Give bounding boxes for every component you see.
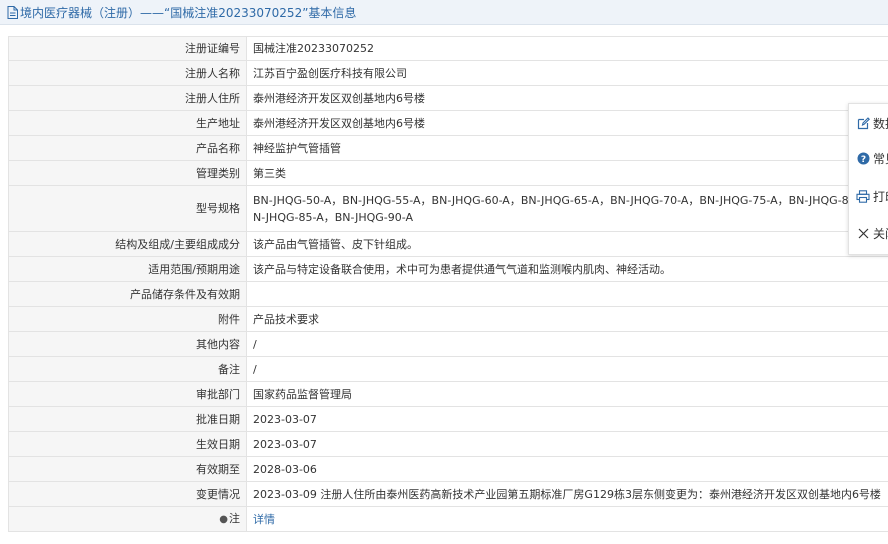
details-link[interactable]: 详情 bbox=[253, 513, 275, 526]
field-value: 产品技术要求 bbox=[246, 306, 888, 332]
table-row: 批准日期 2023-03-07 bbox=[8, 406, 888, 432]
field-label: 产品储存条件及有效期 bbox=[8, 281, 247, 307]
table-row: ●注 详情 bbox=[8, 506, 888, 532]
table-row: 产品储存条件及有效期 bbox=[8, 281, 888, 307]
field-value: 国械注准20233070252 bbox=[246, 36, 888, 61]
svg-text:?: ? bbox=[860, 155, 865, 165]
field-label: 附件 bbox=[8, 306, 247, 332]
table-row: 备注 / bbox=[8, 356, 888, 382]
field-value: 该产品与特定设备联合使用，术中可为患者提供通气气道和监测喉内肌肉、神经活动。 bbox=[246, 256, 888, 282]
field-value: 江苏百宁盈创医疗科技有限公司 bbox=[246, 60, 888, 86]
note-label-cell: ●注 bbox=[8, 506, 247, 532]
table-row: 适用范围/预期用途 该产品与特定设备联合使用，术中可为患者提供通气气道和监测喉内… bbox=[8, 256, 888, 282]
field-label: 产品名称 bbox=[8, 135, 247, 161]
help-icon: ? bbox=[856, 151, 870, 165]
field-value: 泰州港经济开发区双创基地内6号楼 bbox=[246, 85, 888, 111]
close-icon bbox=[856, 226, 870, 240]
field-value: 2023-03-07 bbox=[246, 406, 888, 432]
print-icon bbox=[856, 189, 870, 203]
field-label: 注册证编号 bbox=[8, 36, 247, 61]
page-title: 境内医疗器械（注册）——“国械注准20233070252”基本信息 bbox=[20, 5, 357, 20]
table-row: 其他内容 / bbox=[8, 331, 888, 357]
field-value: 第三类 bbox=[246, 160, 888, 186]
field-value: 2023-03-07 bbox=[246, 431, 888, 457]
field-label: 备注 bbox=[8, 356, 247, 382]
field-label: 结构及组成/主要组成成分 bbox=[8, 231, 247, 257]
toolbar-item-label: 常见 bbox=[873, 151, 888, 166]
table-row: 管理类别 第三类 bbox=[8, 160, 888, 186]
toolbar-item-faq[interactable]: ? 常见 bbox=[849, 146, 888, 170]
field-value bbox=[246, 281, 888, 307]
field-value: / bbox=[246, 331, 888, 357]
field-value: 神经监护气管插管 bbox=[246, 135, 888, 161]
field-value: 该产品由气管插管、皮下针组成。 bbox=[246, 231, 888, 257]
toolbar-item-label: 数据 bbox=[873, 116, 888, 131]
table-row: 注册人名称 江苏百宁盈创医疗科技有限公司 bbox=[8, 60, 888, 86]
toolbar-item-print[interactable]: 打印 bbox=[849, 184, 888, 208]
field-label: 型号规格 bbox=[8, 185, 247, 232]
field-label: 审批部门 bbox=[8, 381, 247, 407]
edit-icon bbox=[856, 116, 870, 130]
toolbar-item-data[interactable]: 数据 bbox=[849, 111, 888, 135]
table-row: 型号规格 BN-JHQG-50-A，BN-JHQG-55-A，BN-JHQG-6… bbox=[8, 185, 888, 232]
field-label: 有效期至 bbox=[8, 456, 247, 482]
table-row: 注册证编号 国械注准20233070252 bbox=[8, 36, 888, 61]
field-value: / bbox=[246, 356, 888, 382]
table-row: 审批部门 国家药品监督管理局 bbox=[8, 381, 888, 407]
info-table: 注册证编号 国械注准20233070252 注册人名称 江苏百宁盈创医疗科技有限… bbox=[8, 36, 888, 532]
field-label: 注册人名称 bbox=[8, 60, 247, 86]
field-label: 适用范围/预期用途 bbox=[8, 256, 247, 282]
page-header: 境内医疗器械（注册）——“国械注准20233070252”基本信息 bbox=[0, 0, 888, 25]
table-row: 注册人住所 泰州港经济开发区双创基地内6号楼 bbox=[8, 85, 888, 111]
field-label: 注册人住所 bbox=[8, 85, 247, 111]
field-label: 批准日期 bbox=[8, 406, 247, 432]
table-row: 生效日期 2023-03-07 bbox=[8, 431, 888, 457]
table-row: 产品名称 神经监护气管插管 bbox=[8, 135, 888, 161]
table-row: 附件 产品技术要求 bbox=[8, 306, 888, 332]
toolbar-item-label: 打印 bbox=[873, 189, 888, 204]
field-value: 2028-03-06 bbox=[246, 456, 888, 482]
field-label: 变更情况 bbox=[8, 481, 247, 507]
field-value: 2023-03-09 注册人住所由泰州医药高新技术产业园第五期标准厂房G129栋… bbox=[246, 481, 888, 507]
toolbar-item-label: 关闭 bbox=[873, 226, 888, 241]
field-value: 国家药品监督管理局 bbox=[246, 381, 888, 407]
field-value: 详情 bbox=[246, 506, 888, 532]
field-label: 其他内容 bbox=[8, 331, 247, 357]
field-label: 生效日期 bbox=[8, 431, 247, 457]
bulb-icon: ● bbox=[219, 514, 228, 525]
toolbar-item-close[interactable]: 关闭 bbox=[849, 221, 888, 245]
table-row: 有效期至 2028-03-06 bbox=[8, 456, 888, 482]
field-label: 生产地址 bbox=[8, 110, 247, 136]
field-value: BN-JHQG-50-A，BN-JHQG-55-A，BN-JHQG-60-A，B… bbox=[246, 185, 888, 232]
table-row: 变更情况 2023-03-09 注册人住所由泰州医药高新技术产业园第五期标准厂房… bbox=[8, 481, 888, 507]
field-value: 泰州港经济开发区双创基地内6号楼 bbox=[246, 110, 888, 136]
table-row: 生产地址 泰州港经济开发区双创基地内6号楼 bbox=[8, 110, 888, 136]
field-label: 注 bbox=[229, 512, 240, 525]
document-icon bbox=[7, 5, 18, 19]
table-row: 结构及组成/主要组成成分 该产品由气管插管、皮下针组成。 bbox=[8, 231, 888, 257]
floating-toolbar: 数据 ? 常见 打印 关闭 bbox=[848, 103, 888, 255]
field-label: 管理类别 bbox=[8, 160, 247, 186]
